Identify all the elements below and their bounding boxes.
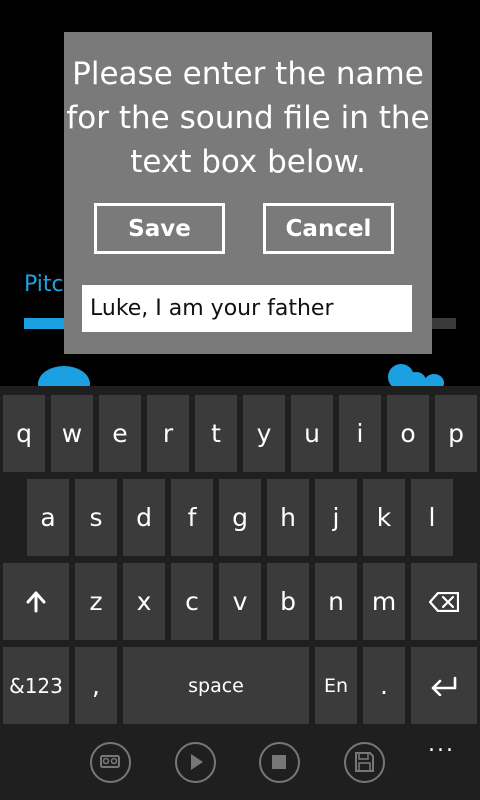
key-w[interactable]: w	[51, 395, 93, 472]
key-r[interactable]: r	[147, 395, 189, 472]
sound-name-input[interactable]: Luke, I am your father	[82, 285, 412, 332]
key-t[interactable]: t	[195, 395, 237, 472]
shift-key[interactable]	[3, 563, 69, 640]
key-e[interactable]: e	[99, 395, 141, 472]
key-g[interactable]: g	[219, 479, 261, 556]
key-b[interactable]: b	[267, 563, 309, 640]
key-y[interactable]: y	[243, 395, 285, 472]
key-x[interactable]: x	[123, 563, 165, 640]
key-i[interactable]: i	[339, 395, 381, 472]
key-d[interactable]: d	[123, 479, 165, 556]
key-q[interactable]: q	[3, 395, 45, 472]
key-s[interactable]: s	[75, 479, 117, 556]
enter-icon	[431, 676, 457, 696]
key-f[interactable]: f	[171, 479, 213, 556]
enter-key[interactable]	[411, 647, 477, 724]
key-p[interactable]: p	[435, 395, 477, 472]
app-bar	[0, 726, 480, 800]
key-u[interactable]: u	[291, 395, 333, 472]
more-options-ellipsis[interactable]: ...	[428, 732, 455, 757]
dialog-message: Please enter the name for the sound file…	[64, 52, 432, 184]
stop-icon	[272, 755, 286, 769]
dialog-message-line: for the sound file in the	[66, 100, 430, 136]
key-v[interactable]: v	[219, 563, 261, 640]
symbols-key[interactable]: &123	[3, 647, 69, 724]
key-h[interactable]: h	[267, 479, 309, 556]
key-c[interactable]: c	[171, 563, 213, 640]
dialog-message-line: text box below.	[130, 144, 366, 180]
dialog-message-line: Please enter the name	[72, 56, 424, 92]
key-o[interactable]: o	[387, 395, 429, 472]
key-j[interactable]: j	[315, 479, 357, 556]
play-icon	[191, 754, 203, 770]
save-icon	[355, 752, 374, 772]
key-z[interactable]: z	[75, 563, 117, 640]
cancel-button[interactable]: Cancel	[263, 203, 394, 254]
space-key[interactable]: space	[123, 647, 309, 724]
language-key[interactable]: En	[315, 647, 357, 724]
voicemail-button[interactable]	[90, 742, 131, 783]
backspace-key[interactable]	[411, 563, 477, 640]
stop-button[interactable]	[259, 742, 300, 783]
save-button[interactable]: Save	[94, 203, 225, 254]
voicemail-icon	[100, 755, 120, 768]
save-sound-dialog: Please enter the name for the sound file…	[64, 32, 432, 354]
key-m[interactable]: m	[363, 563, 405, 640]
key-n[interactable]: n	[315, 563, 357, 640]
pitch-label: Pitc	[24, 272, 64, 297]
key-k[interactable]: k	[363, 479, 405, 556]
shift-arrow-icon	[26, 591, 46, 612]
key-l[interactable]: l	[411, 479, 453, 556]
key-a[interactable]: a	[27, 479, 69, 556]
comma-key[interactable]: ,	[75, 647, 117, 724]
play-button[interactable]	[175, 742, 216, 783]
period-key[interactable]: .	[363, 647, 405, 724]
backspace-icon	[429, 591, 459, 612]
save-sound-button[interactable]	[344, 742, 385, 783]
